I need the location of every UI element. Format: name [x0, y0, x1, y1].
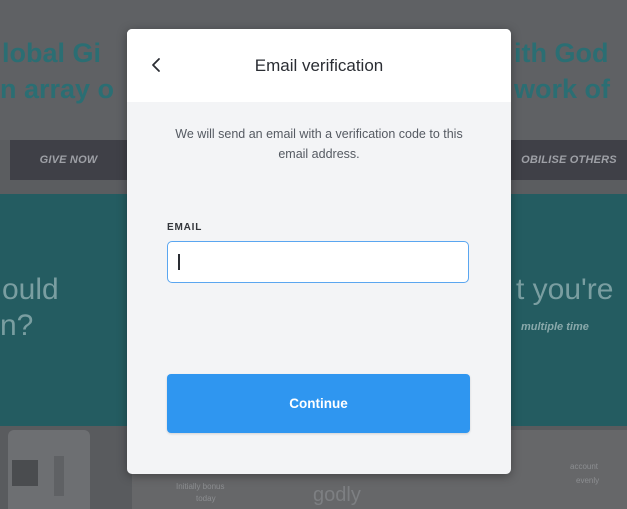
background-mobilise-button: OBILISE OTHERS	[511, 140, 627, 180]
text-caret	[178, 254, 180, 270]
email-verification-modal: Email verification We will send an email…	[127, 29, 511, 474]
background-question-left-1: ould	[2, 273, 59, 306]
modal-description: We will send an email with a verificatio…	[175, 127, 463, 161]
background-headline-right-2: work of	[514, 74, 611, 104]
background-godly-text: godly	[313, 484, 361, 506]
continue-button[interactable]: Continue	[167, 374, 470, 433]
back-button[interactable]	[143, 51, 171, 79]
background-give-now-button: GIVE NOW	[10, 140, 127, 180]
email-label: EMAIL	[167, 222, 203, 233]
background-card-left	[8, 430, 90, 509]
background-question-right: t you're	[516, 273, 614, 306]
background-headline-right-1: ith God	[514, 38, 609, 68]
background-scrollbar	[54, 456, 64, 496]
background-small-text-left: Initially bonus	[176, 482, 225, 491]
background-chip	[12, 460, 38, 486]
background-headline-left-1: lobal Gi	[2, 38, 102, 68]
background-small-text-left-2: today	[196, 494, 216, 503]
modal-header: Email verification	[127, 29, 511, 102]
chevron-left-icon	[152, 58, 160, 72]
email-input[interactable]	[167, 241, 469, 283]
background-small-text-right: account	[570, 462, 599, 471]
background-headline-left-2: n array o	[0, 74, 115, 104]
background-small-text-right-2: evenly	[576, 476, 600, 485]
modal-title: Email verification	[254, 56, 384, 75]
background-italic-note: multiple time	[521, 321, 589, 333]
background-question-left-2: n?	[0, 309, 34, 342]
